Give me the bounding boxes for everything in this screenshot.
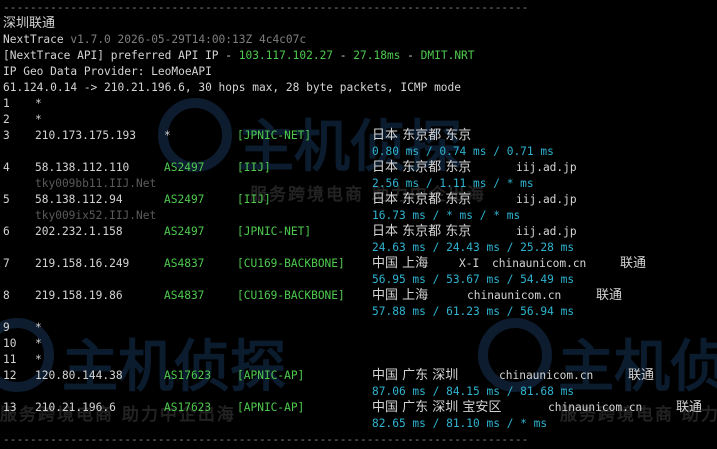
hop-rtt: 24.63 ms / 24.43 ms / 25.28 ms — [372, 241, 575, 254]
hop-geo: 中国 上海 — [372, 256, 429, 271]
api-sep2: - — [400, 49, 421, 62]
bottom-divider: ----------------------------------------… — [3, 433, 529, 446]
hop-ip: * — [35, 113, 42, 126]
hop-number: 2 — [3, 113, 10, 126]
hop-ip: 219.158.19.86 — [35, 289, 123, 302]
watermark-brand-bottom-left: 主机侦探 — [62, 335, 286, 400]
hop-rtt: 57.88 ms / 61.23 ms / 56.94 ms — [372, 305, 575, 318]
hop-geo-extra: X-I — [459, 257, 480, 270]
hop-ip: 210.173.175.193 — [35, 129, 137, 142]
hop-isp: 联通 — [620, 256, 647, 271]
trace-summary: 61.124.0.14 -> 210.21.196.6, 30 hops max… — [3, 81, 462, 94]
hop-number: 10 — [3, 337, 17, 350]
hop-number: 12 — [3, 369, 17, 382]
app-version-line: NextTrace v1.7.0 2026-05-29T14:00:13Z 4c… — [3, 32, 306, 48]
hop-rtt: 56.95 ms / 53.67 ms / 54.49 ms — [372, 273, 575, 286]
hop-number: 1 — [3, 97, 10, 110]
geo-provider: IP Geo Data Provider: LeoMoeAPI — [3, 65, 212, 78]
hop-net: [CU169-BACKBONE] — [237, 257, 345, 270]
hop-ip: * — [35, 353, 42, 366]
hop-ip: * — [35, 97, 42, 110]
hop-asn: AS4837 — [164, 289, 205, 302]
hop-number: 7 — [3, 257, 10, 270]
hop-geo: 日本 东京都 东京 — [372, 128, 472, 143]
hop-domain: chinaunicom.cn — [499, 369, 594, 382]
hop-isp: 联通 — [676, 400, 703, 415]
hop-rtt: 87.06 ms / 84.15 ms / 81.68 ms — [372, 385, 575, 398]
hop-ip: 219.158.16.249 — [35, 257, 130, 270]
hop-number: 11 — [3, 353, 17, 366]
hop-rtt: 2.56 ms / 1.11 ms / * ms — [372, 177, 534, 190]
api-prefix: [NextTrace API] preferred API IP - — [3, 49, 239, 62]
hop-geo: 中国 上海 — [372, 288, 429, 303]
hop-ip: * — [35, 321, 42, 334]
hop-rtt: 16.73 ms / * ms / * ms — [372, 209, 521, 222]
hop-asn: AS2497 — [164, 225, 205, 238]
api-sep: - — [333, 49, 354, 62]
hop-ip: 58.138.112.94 — [35, 193, 123, 206]
hop-geo: 日本 东京都 东京 — [372, 192, 472, 207]
hop-isp: 联通 — [628, 368, 655, 383]
hop-number: 9 — [3, 321, 10, 334]
hop-rtt: 82.65 ms / 81.10 ms / * ms — [372, 417, 548, 430]
hop-domain: chinaunicom.cn — [492, 257, 587, 270]
hop-number: 6 — [3, 225, 10, 238]
api-ip: 103.117.102.27 — [238, 49, 334, 62]
hop-ip: 120.80.144.38 — [35, 369, 123, 382]
trace-title: 深圳联通 — [3, 16, 56, 31]
hop-net: [IIJ] — [237, 161, 271, 174]
hop-asn: * — [164, 129, 171, 142]
hop-asn: AS2497 — [164, 193, 205, 206]
hop-number: 5 — [3, 193, 10, 206]
hop-domain: chinaunicom.cn — [467, 289, 562, 302]
hop-hostname: tky009bb11.IIJ.Net — [35, 177, 157, 190]
hop-geo: 日本 东京都 东京 — [372, 160, 472, 175]
hop-isp: 联通 — [596, 288, 623, 303]
api-line: [NextTrace API] preferred API IP - 103.1… — [3, 48, 475, 64]
hop-ip: * — [35, 337, 42, 350]
hop-number: 4 — [3, 161, 10, 174]
hop-geo: 日本 东京都 东京 — [372, 224, 472, 239]
hop-domain: chinaunicom.cn — [548, 401, 643, 414]
hop-asn: AS4837 — [164, 257, 205, 270]
hop-ip: 202.232.1.158 — [35, 225, 123, 238]
hop-net: [APNIC-AP] — [237, 369, 305, 382]
hop-number: 13 — [3, 401, 17, 414]
hop-hostname: tky009ix52.IIJ.Net — [35, 209, 157, 222]
app-name: NextTrace — [3, 33, 64, 46]
hop-net: [APNIC-AP] — [237, 401, 305, 414]
hop-ip: 58.138.112.110 — [35, 161, 130, 174]
hop-asn: AS2497 — [164, 161, 205, 174]
hop-net: [CU169-BACKBONE] — [237, 289, 345, 302]
hop-net: [IIJ] — [237, 193, 271, 206]
hop-asn: AS17623 — [164, 401, 212, 414]
hop-geo: 中国 广东 深圳 — [372, 368, 459, 383]
watermark-brand-bottom-right: 主机侦探 — [558, 335, 717, 400]
top-divider: ----------------------------------------… — [3, 1, 529, 14]
hop-number: 8 — [3, 289, 10, 302]
hop-rtt: 0.80 ms / 0.74 ms / 0.71 ms — [372, 145, 554, 158]
app-version: v1.7.0 2026-05-29T14:00:13Z 4c4c07c — [70, 33, 307, 46]
hop-domain: iij.ad.jp — [516, 161, 577, 174]
hop-domain: iij.ad.jp — [516, 225, 577, 238]
api-node: DMIT.NRT — [420, 49, 475, 62]
hop-asn: AS17623 — [164, 369, 212, 382]
hop-ip: 210.21.196.6 — [35, 401, 116, 414]
hop-domain: iij.ad.jp — [516, 193, 577, 206]
hop-number: 3 — [3, 129, 10, 142]
hop-geo: 中国 广东 深圳 宝安区 — [372, 400, 502, 415]
api-latency: 27.18ms — [353, 49, 401, 62]
hop-net: [JPNIC-NET] — [237, 225, 312, 238]
hop-net: [JPNIC-NET] — [237, 129, 312, 142]
